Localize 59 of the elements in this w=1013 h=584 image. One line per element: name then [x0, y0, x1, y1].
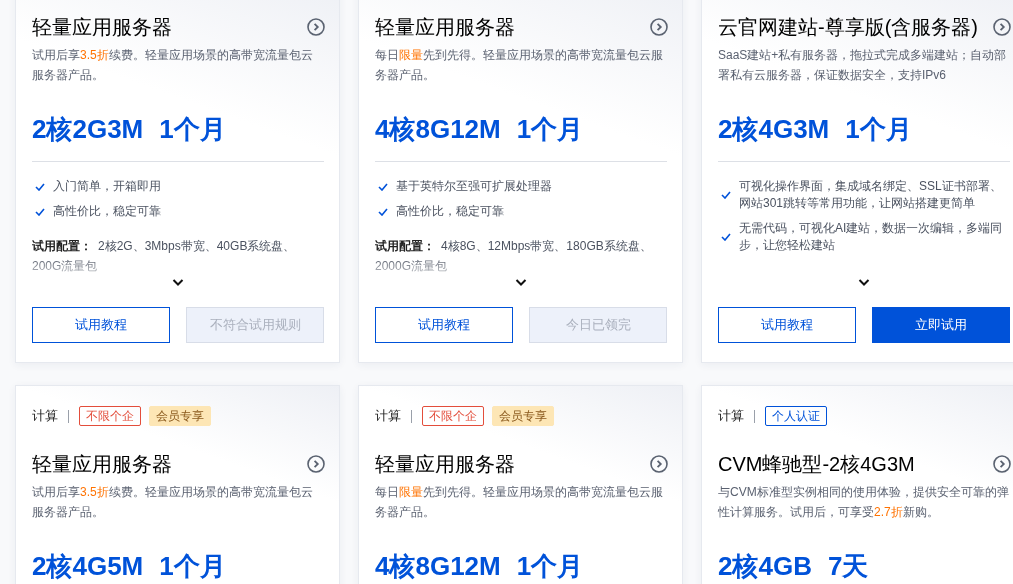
- card-title: 轻量应用服务器: [375, 451, 515, 477]
- config-text: 试用配置： 4核8G、12Mbps带宽、180GB系统盘、2000G流量包: [375, 238, 653, 275]
- tutorial-button[interactable]: 试用教程: [32, 307, 170, 343]
- card-title: 轻量应用服务器: [32, 451, 172, 477]
- tutorial-button[interactable]: 试用教程: [375, 307, 513, 343]
- check-icon: [35, 182, 45, 191]
- spec-label: 2核4GB: [718, 549, 812, 583]
- category-label: 计算: [32, 407, 58, 425]
- tutorial-button[interactable]: 试用教程: [718, 307, 856, 343]
- card-description: SaaS建站+私有服务器，拖拉式完成多端建站；自动部署私有云服务器，保证数据安全，支持IPv6: [718, 47, 1008, 84]
- card-description: 与CVM标准型实例相同的使用体验，提供安全可靠的弹性计算服务。试用后，可享受2.7折新购。: [718, 484, 1010, 521]
- duration-label: 1个月: [845, 112, 912, 146]
- arrow-circle-icon[interactable]: [993, 455, 1011, 473]
- feature-text: 高性价比，稳定可靠: [53, 203, 161, 220]
- feature-text: 高性价比，稳定可靠: [396, 203, 504, 220]
- spec-label: 2核4G5M: [32, 549, 144, 583]
- duration-label: 1个月: [159, 112, 226, 146]
- duration-label: 1个月: [516, 549, 584, 583]
- config-text: 试用配置： 2核2G、3Mbps带宽、40GB系统盘、200G流量包: [32, 238, 297, 275]
- card-title: 轻量应用服务器: [32, 14, 172, 40]
- category-label: 计算: [718, 407, 744, 425]
- feature-text: 可视化操作界面，集成域名绑定、SSL证书部署、网站301跳转等常用功能，让网站搭建更简单: [739, 178, 1003, 212]
- tag-badge: 会员专享: [149, 406, 211, 426]
- check-icon: [378, 207, 388, 216]
- arrow-circle-icon[interactable]: [993, 18, 1011, 36]
- duration-label: 1个月: [516, 112, 584, 146]
- feature-text: 入门简单，开箱即用: [53, 178, 161, 195]
- duration-label: 1个月: [159, 549, 226, 583]
- tag-badge: 会员专享: [492, 406, 554, 426]
- check-icon: [721, 191, 731, 199]
- feature-text: 无需代码，可视化AI建站，数据一次编辑，多端同步，让您轻松建站: [739, 220, 1004, 254]
- arrow-circle-icon[interactable]: [307, 455, 325, 473]
- tag-badge: 不限个企: [422, 406, 484, 426]
- check-icon: [378, 182, 388, 191]
- check-icon: [35, 207, 45, 216]
- tag-badge: 个人认证: [765, 406, 827, 426]
- category-label: 计算: [375, 407, 401, 425]
- card-description: 每日限量先到先得。轻量应用场景的高带宽流量包云服务器产品。: [375, 484, 664, 521]
- spec-label: 4核8G12M: [375, 549, 501, 583]
- chevron-down-icon[interactable]: [172, 278, 184, 287]
- check-icon: [721, 233, 731, 241]
- spec-label: 2核2G3M: [32, 112, 144, 146]
- card-title: CVM蜂驰型-2核4G3M: [718, 451, 915, 477]
- trial-button[interactable]: 立即试用: [872, 307, 1010, 343]
- arrow-circle-icon[interactable]: [650, 18, 668, 36]
- card-title: 云官网建站-尊享版(含服务器): [718, 14, 978, 40]
- chevron-down-icon[interactable]: [858, 278, 870, 287]
- arrow-circle-icon[interactable]: [650, 455, 668, 473]
- duration-label: 7天: [827, 549, 869, 583]
- feature-text: 基于英特尔至强可扩展处理器: [396, 178, 552, 195]
- chevron-down-icon[interactable]: [515, 278, 527, 287]
- card-title: 轻量应用服务器: [375, 14, 515, 40]
- spec-label: 4核8G12M: [375, 112, 501, 146]
- arrow-circle-icon[interactable]: [307, 18, 325, 36]
- card-description: 试用后享3.5折续费。轻量应用场景的高带宽流量包云服务器产品。: [32, 47, 314, 84]
- tag-badge: 不限个企: [79, 406, 141, 426]
- card-description: 每日限量先到先得。轻量应用场景的高带宽流量包云服务器产品。: [375, 47, 664, 84]
- spec-label: 2核4G3M: [718, 112, 830, 146]
- card-description: 试用后享3.5折续费。轻量应用场景的高带宽流量包云服务器产品。: [32, 484, 314, 521]
